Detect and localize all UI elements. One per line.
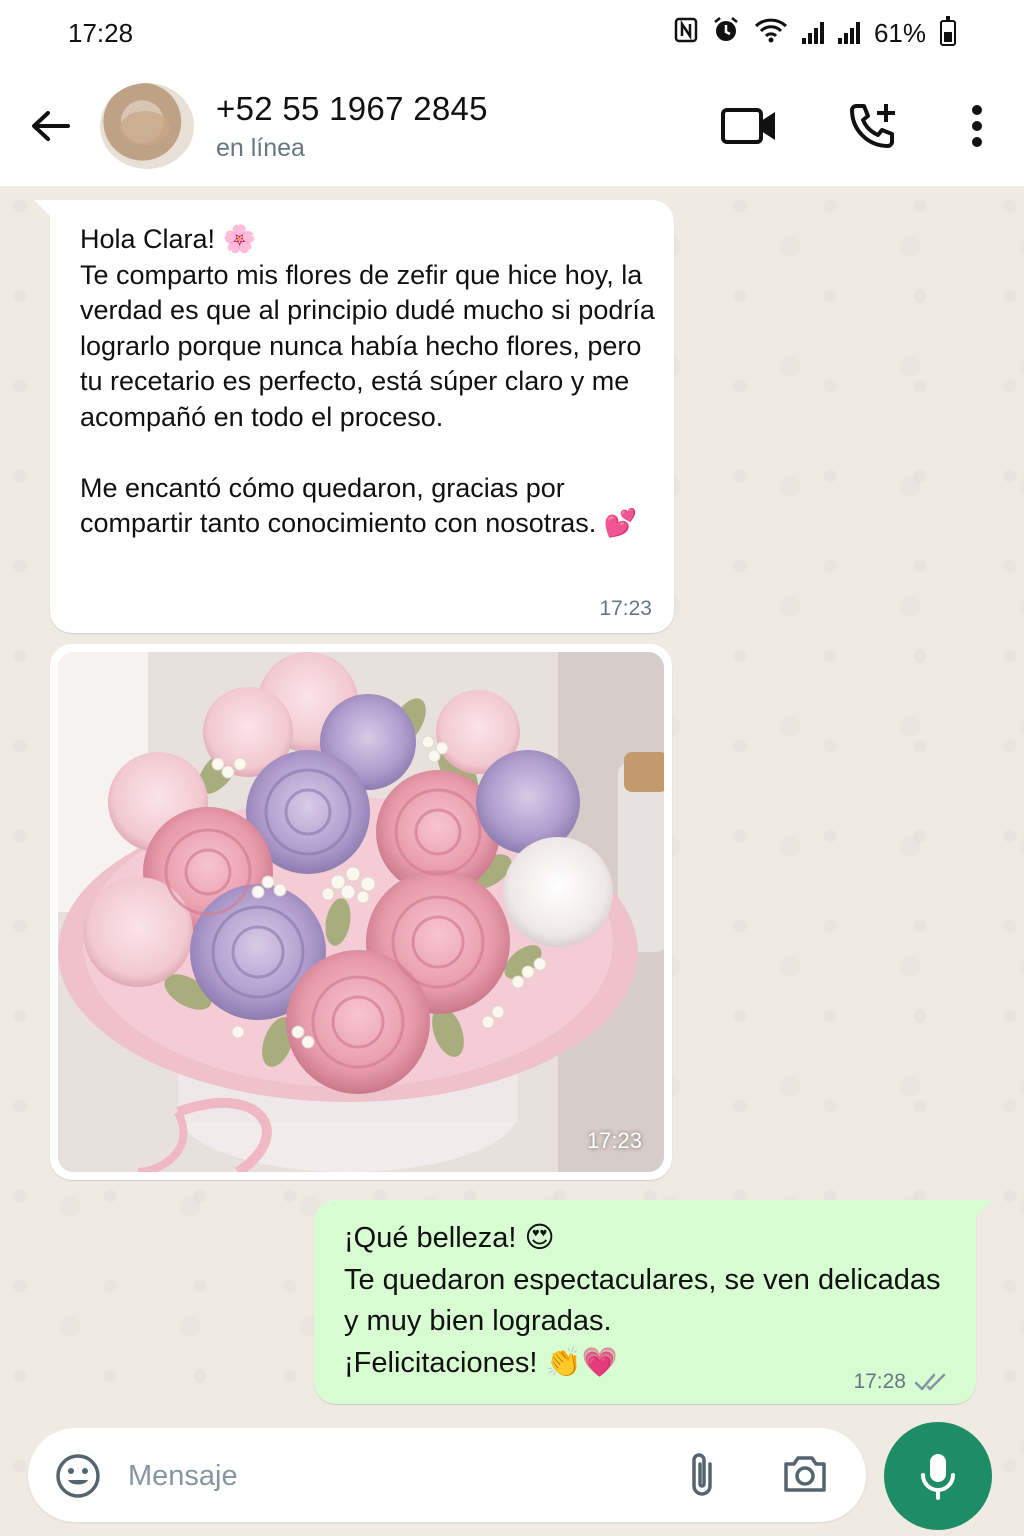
add-call-icon [850, 104, 895, 148]
emoji-icon [56, 1454, 100, 1498]
voice-message-button[interactable] [884, 1422, 992, 1530]
status-time: 17:28 [68, 17, 134, 48]
nfc-icon [674, 17, 698, 50]
status-bar: 17:28 61% [0, 0, 1024, 66]
chat-header: +52 55 1967 2845 en línea [0, 66, 1024, 186]
alarm-icon [712, 16, 740, 51]
paperclip-icon [692, 1453, 712, 1496]
header-actions [720, 66, 984, 186]
add-call-button[interactable] [848, 102, 900, 150]
message-text: Hola Clara! 🌸 Te comparto mis flores de … [80, 224, 655, 538]
wifi-icon [754, 17, 788, 50]
status-indicators: 61% [674, 16, 956, 51]
video-call-icon [721, 108, 775, 144]
camera-button[interactable] [780, 1452, 830, 1501]
video-call-button[interactable] [720, 106, 778, 146]
more-vert-icon [972, 105, 982, 147]
incoming-message[interactable]: Hola Clara! 🌸 Te comparto mis flores de … [34, 200, 674, 633]
image-time: 17:23 [586, 1128, 642, 1153]
incoming-image-message[interactable]: 17:23 [50, 644, 672, 1180]
contact-info[interactable]: +52 55 1967 2845 en línea [216, 90, 488, 163]
double-check-icon [914, 1373, 946, 1391]
more-options-button[interactable] [970, 104, 984, 148]
battery-percent: 61% [873, 17, 926, 48]
message-time: 17:28 [853, 1370, 906, 1393]
signal-1-icon [801, 22, 824, 44]
flower-bouquet-photo[interactable]: 17:23 [58, 652, 664, 1172]
microphone-icon [921, 1454, 955, 1500]
back-arrow-icon [32, 111, 70, 141]
message-time: 17:23 [599, 597, 652, 620]
avatar[interactable] [100, 83, 194, 169]
camera-icon [784, 1456, 826, 1492]
contact-status: en línea [216, 133, 305, 162]
signal-2-icon [837, 22, 860, 44]
attach-button[interactable] [684, 1450, 720, 1505]
back-button[interactable] [0, 66, 100, 186]
contact-name: +52 55 1967 2845 [216, 89, 488, 127]
outgoing-message[interactable]: ¡Qué belleza! 😍 Te quedaron espectacular… [314, 1200, 992, 1404]
message-meta: 17:28 [853, 1370, 950, 1394]
message-composer [28, 1428, 866, 1522]
message-input[interactable] [128, 1454, 628, 1498]
message-text: ¡Qué belleza! 😍 Te quedaron espectacular… [344, 1222, 941, 1379]
battery-icon [940, 16, 956, 46]
emoji-button[interactable] [54, 1452, 102, 1505]
